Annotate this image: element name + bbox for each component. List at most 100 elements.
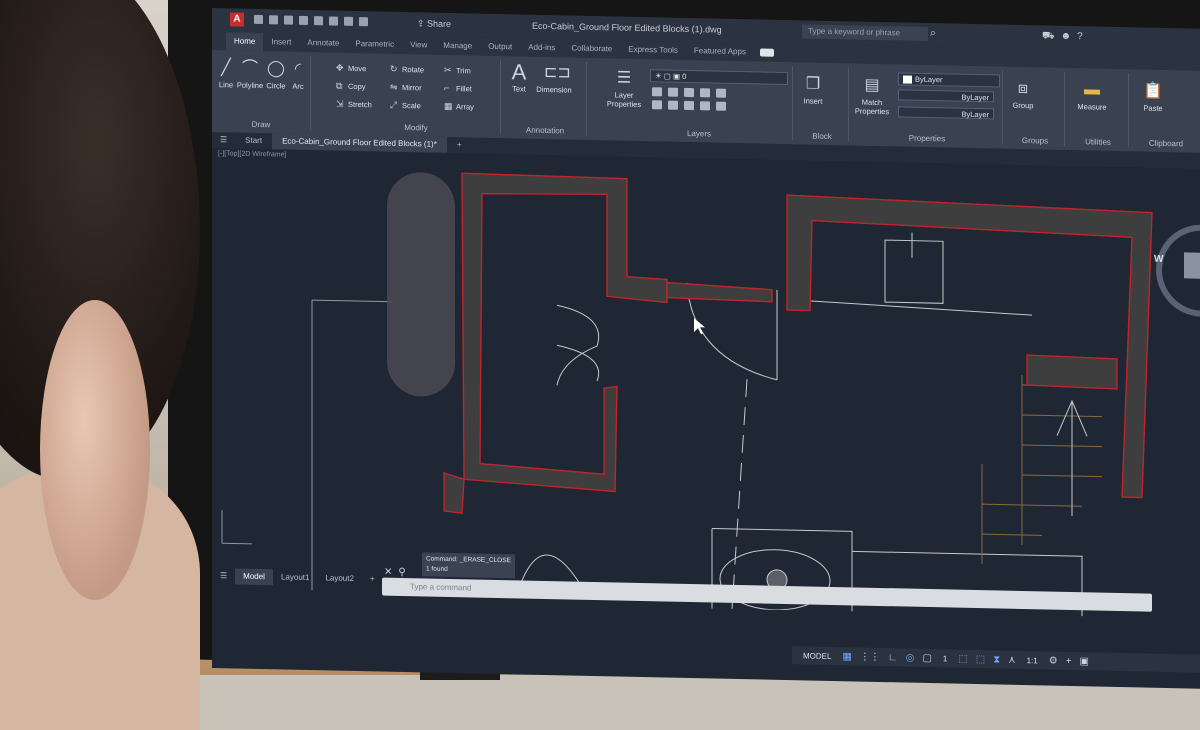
- tab-parametric[interactable]: Parametric: [347, 35, 402, 54]
- paste-button[interactable]: 📋 Paste: [1138, 81, 1168, 113]
- save-icon[interactable]: [284, 15, 293, 25]
- scale-tool[interactable]: ⤢ Scale: [390, 100, 421, 112]
- group-button[interactable]: ⧈ Group: [1008, 79, 1038, 111]
- tab-view[interactable]: View: [402, 36, 435, 55]
- layers-panel-title[interactable]: Layers: [606, 127, 792, 140]
- polyline-tool[interactable]: ⌒ Polyline: [236, 59, 264, 91]
- move-tool[interactable]: ✥ Move: [336, 63, 366, 75]
- help-icon[interactable]: ?: [1077, 31, 1089, 42]
- tab-start[interactable]: Start: [235, 132, 272, 149]
- tab-model[interactable]: Model: [235, 568, 273, 586]
- search-icon[interactable]: ⌕: [930, 27, 936, 40]
- measure-button[interactable]: ▬ Measure: [1072, 80, 1112, 112]
- cart-icon[interactable]: ⛟: [1042, 30, 1061, 41]
- layer-tool-icon[interactable]: [668, 100, 678, 110]
- redo-icon[interactable]: [359, 17, 368, 27]
- text-tool[interactable]: A Text: [506, 59, 532, 94]
- ortho-icon[interactable]: ∟: [888, 652, 898, 663]
- tab-manage[interactable]: Manage: [435, 37, 480, 56]
- insert-block-button[interactable]: ❒ Insert: [798, 74, 828, 106]
- copy-tool[interactable]: ⧉ Copy: [336, 81, 366, 93]
- annotation-panel-title[interactable]: Annotation: [504, 125, 586, 136]
- user-icon[interactable]: ☻: [1061, 31, 1078, 42]
- viewcube-west-label[interactable]: W: [1154, 254, 1163, 265]
- plus-icon[interactable]: +: [1066, 655, 1072, 666]
- tab-collaborate[interactable]: Collaborate: [563, 39, 620, 58]
- linetype-dropdown[interactable]: ByLayer: [898, 89, 994, 103]
- color-dropdown[interactable]: ByLayer: [898, 72, 1000, 88]
- ribbon-toggle-icon[interactable]: [759, 48, 774, 57]
- trim-tool[interactable]: ✂ Trim: [444, 65, 471, 77]
- add-layout-button[interactable]: +: [362, 571, 383, 587]
- layer-dropdown[interactable]: ☀ ▢ ▣ 0: [650, 69, 788, 86]
- mirror-tool[interactable]: ⇋ Mirror: [390, 82, 422, 94]
- layer-tool-icon[interactable]: [716, 101, 726, 111]
- close-icon[interactable]: ✕: [384, 567, 398, 578]
- share-button[interactable]: ⇪ Share: [417, 18, 451, 30]
- lineweight-dropdown[interactable]: ByLayer: [898, 106, 994, 120]
- model-space-button[interactable]: MODEL: [800, 650, 834, 662]
- hardware-acceleration-icon[interactable]: ▣: [1080, 656, 1089, 667]
- tab-insert[interactable]: Insert: [263, 33, 299, 52]
- arc-tool[interactable]: ◜ Arc: [288, 60, 308, 91]
- drawing-canvas[interactable]: [212, 148, 1200, 619]
- circle-tool[interactable]: ◯ Circle: [264, 59, 288, 91]
- draw-panel-title[interactable]: Draw: [212, 119, 310, 130]
- tab-add-ins[interactable]: Add-ins: [520, 38, 563, 57]
- polar-icon[interactable]: ◎: [906, 652, 915, 663]
- modify-panel-title[interactable]: Modify: [332, 122, 500, 135]
- layer-tool-icon[interactable]: [684, 87, 694, 98]
- tab-annotate[interactable]: Annotate: [299, 34, 347, 53]
- save-as-icon[interactable]: [299, 15, 308, 26]
- tab-output[interactable]: Output: [480, 38, 520, 57]
- layer-tool-icon[interactable]: [652, 87, 662, 97]
- layout-menu-icon[interactable]: ☰: [212, 568, 235, 584]
- layer-tool-icon[interactable]: [652, 100, 662, 110]
- match-properties-button[interactable]: ▤ Match Properties: [852, 75, 892, 117]
- groups-panel-title[interactable]: Groups: [1006, 136, 1064, 146]
- layer-properties-button[interactable]: ☰ Layer Properties: [606, 68, 642, 109]
- tab-layout1[interactable]: Layout1: [273, 569, 317, 586]
- web-save-icon[interactable]: [314, 16, 323, 26]
- search-input[interactable]: Type a keyword or phrase: [802, 24, 928, 41]
- layer-tool-icon[interactable]: [700, 101, 710, 111]
- open-icon[interactable]: [269, 15, 278, 25]
- properties-panel-title[interactable]: Properties: [852, 132, 1002, 144]
- array-tool[interactable]: ▦ Array: [444, 101, 474, 113]
- new-tab-button[interactable]: +: [447, 137, 472, 154]
- layer-tool-icon[interactable]: [700, 88, 710, 98]
- rotate-tool[interactable]: ↻ Rotate: [390, 64, 424, 76]
- line-tool[interactable]: ╱ Line: [214, 58, 238, 90]
- stretch-tool[interactable]: ⇲ Stretch: [336, 99, 372, 111]
- viewcube-box-icon[interactable]: [1184, 252, 1200, 279]
- selection-cycling-icon[interactable]: ⬚: [976, 653, 985, 664]
- workspace-gear-icon[interactable]: ⚙: [1049, 655, 1058, 666]
- arc-icon: ◜: [294, 60, 302, 78]
- annotation-visibility-icon[interactable]: ⋏: [1008, 654, 1015, 665]
- undo-icon[interactable]: [344, 16, 353, 26]
- dynamic-ucs-icon[interactable]: ⬚: [958, 653, 967, 664]
- tab-home[interactable]: Home: [226, 32, 264, 52]
- wrench-icon[interactable]: ⚲: [398, 567, 411, 578]
- dimension-tool[interactable]: ⊏⊐ Dimension: [534, 63, 574, 95]
- tab-featured-apps[interactable]: Featured Apps: [686, 42, 754, 61]
- osnap-icon[interactable]: ▢: [922, 652, 931, 663]
- layer-tool-icon[interactable]: [668, 87, 678, 97]
- layer-tool-icon[interactable]: [684, 100, 694, 111]
- new-icon[interactable]: [254, 14, 263, 25]
- layer-tool-icon[interactable]: [716, 88, 726, 98]
- utilities-panel-title[interactable]: Utilities: [1068, 137, 1128, 147]
- app-menu-icon[interactable]: A: [230, 12, 244, 27]
- scale-value[interactable]: 1: [940, 653, 950, 664]
- fillet-tool[interactable]: ⌐ Fillet: [444, 83, 472, 94]
- snap-icon[interactable]: ⋮⋮: [860, 651, 880, 662]
- hamburger-menu-icon[interactable]: ☰: [212, 132, 235, 148]
- grid-icon[interactable]: ▦: [842, 651, 851, 662]
- tab-layout2[interactable]: Layout2: [317, 570, 361, 587]
- annotation-scale-value[interactable]: 1:1: [1024, 655, 1041, 666]
- clipboard-panel-title[interactable]: Clipboard: [1132, 138, 1200, 149]
- plot-icon[interactable]: [329, 16, 338, 26]
- tab-express-tools[interactable]: Express Tools: [620, 41, 686, 60]
- block-panel-title[interactable]: Block: [796, 131, 848, 141]
- annotation-monitor-icon[interactable]: ⧗: [993, 654, 1000, 665]
